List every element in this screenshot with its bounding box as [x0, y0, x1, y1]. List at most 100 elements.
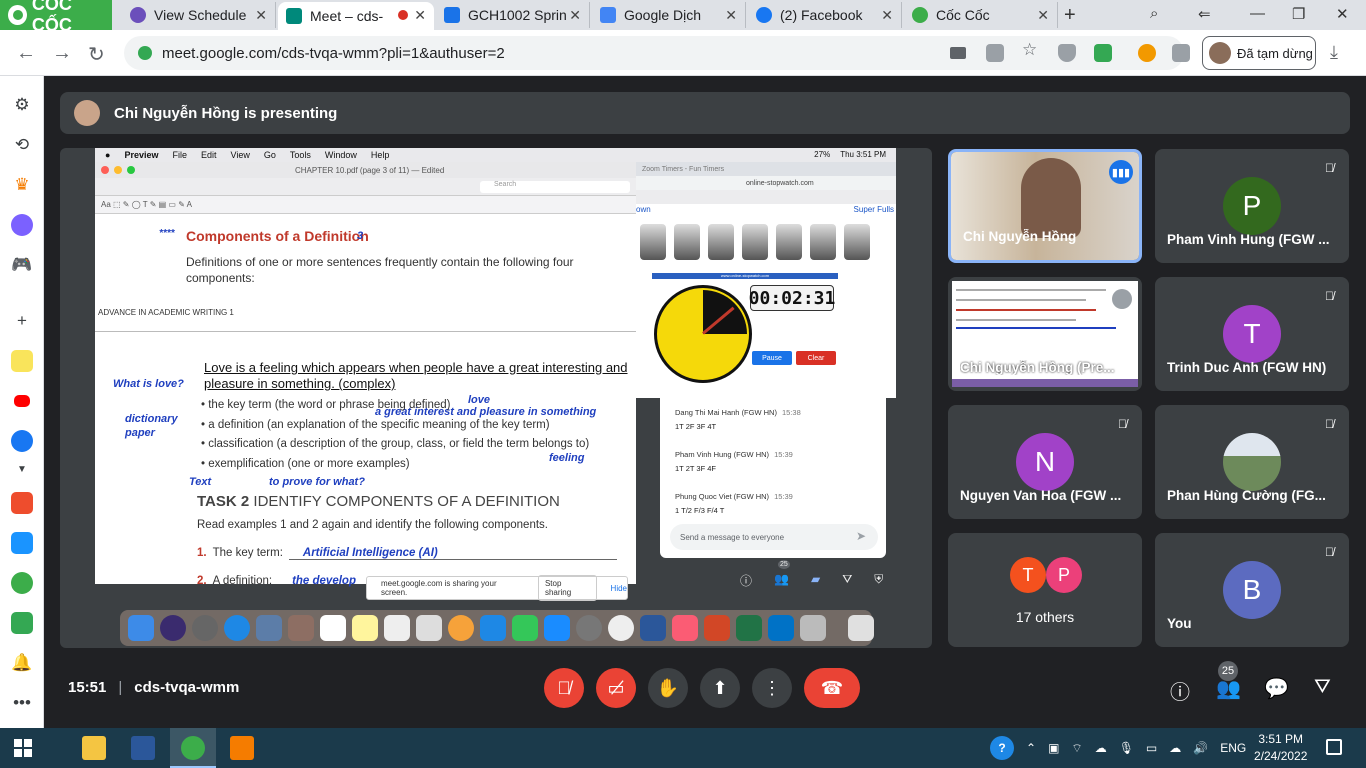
toggle-camera-button[interactable]: ▭̸ [596, 668, 636, 708]
tab-meet[interactable]: Meet – cds- ✕ [278, 2, 434, 30]
self-tile[interactable]: 🎙̸ B You [1155, 533, 1349, 647]
facebook-icon[interactable] [11, 430, 33, 452]
pause-button[interactable]: Pause [752, 351, 792, 365]
url-text: meet.google.com/cds-tvqa-wmm?pli=1&authu… [162, 44, 505, 62]
participant-avatar: N [1016, 433, 1074, 491]
chat-panel: Dang Thi Mai Hanh (FGW HN) 15:38 1T 2F 3F… [660, 398, 886, 558]
youtube-icon[interactable] [14, 395, 30, 407]
tab-coccoc[interactable]: Cốc Cốc ✕ [904, 2, 1058, 28]
tab-facebook[interactable]: (2) Facebook ✕ [748, 2, 902, 28]
chat-input[interactable]: Send a message to everyone [670, 524, 878, 550]
bookmark-star-icon[interactable]: ☆ [1022, 40, 1040, 59]
participant-tile[interactable]: 🎙̸ Phan Hùng Cường (FG... [1155, 405, 1349, 519]
chat-button[interactable]: 💬 [1264, 676, 1289, 701]
display-icon[interactable]: ▭ [1146, 741, 1157, 755]
download-extension-icon[interactable] [1094, 44, 1112, 62]
stop-sharing-button[interactable]: Stop sharing [537, 575, 597, 601]
volume-icon[interactable]: 🔊 [1193, 741, 1208, 755]
onedrive-icon[interactable]: ☁ [1169, 741, 1181, 755]
close-tab-icon[interactable]: ✕ [881, 7, 893, 24]
back-arrow-icon[interactable]: ⇐ [1198, 5, 1211, 23]
minimize-button[interactable]: — [1250, 5, 1265, 22]
forward-button[interactable]: → [52, 42, 72, 65]
history-icon[interactable]: ⟲ [11, 134, 33, 156]
coccoc-map-icon[interactable] [11, 572, 33, 594]
back-button[interactable]: ← [16, 42, 36, 65]
extension-circle-icon[interactable] [1138, 44, 1156, 62]
camera-icon[interactable] [950, 47, 966, 59]
messenger-icon[interactable] [11, 214, 33, 236]
new-tab-button[interactable]: + [1064, 4, 1076, 27]
input-language[interactable]: ENG [1220, 741, 1246, 755]
coccoc-taskbar-icon[interactable] [181, 736, 205, 760]
translate-icon[interactable] [986, 44, 1004, 62]
coccoc-menu-button[interactable]: CỐC CỐC [0, 0, 112, 35]
settings-gear-icon[interactable]: ⚙ [11, 94, 33, 116]
bullet-text: classification (a description of the gro… [208, 438, 590, 450]
trash-icon [848, 615, 874, 641]
close-tab-icon[interactable]: ✕ [725, 7, 737, 24]
word-taskbar-icon[interactable] [131, 736, 155, 760]
others-avatar: P [1046, 557, 1082, 593]
sheets-icon[interactable] [11, 612, 33, 634]
taskbar-clock[interactable]: 3:51 PM 2/24/2022 [1254, 731, 1307, 765]
file-explorer-icon[interactable] [82, 736, 106, 760]
profile-paused-button[interactable]: Đã tạm dừng [1202, 36, 1316, 70]
shared-screen[interactable]: ● Preview File Edit View Go Tools Window… [60, 148, 932, 648]
participant-tile[interactable]: 🎙̸ T Trinh Duc Anh (FGW HN) [1155, 277, 1349, 391]
puzzle-icon[interactable] [1172, 44, 1190, 62]
pdf-app-taskbar-icon[interactable] [230, 736, 254, 760]
close-window-button[interactable]: ✕ [1336, 5, 1349, 23]
tiki-icon[interactable] [11, 532, 33, 554]
meet-now-icon[interactable]: ▣ [1048, 741, 1059, 755]
tab-gch1002[interactable]: GCH1002 Sprin ✕ [436, 2, 590, 28]
chevron-up-icon[interactable]: ⌃ [1026, 741, 1036, 755]
present-now-button[interactable]: ⬆ [700, 668, 740, 708]
reload-button[interactable]: ↻ [88, 42, 105, 67]
maximize-button[interactable]: ❐ [1292, 5, 1305, 23]
notes-icon[interactable] [11, 350, 33, 372]
downloads-icon[interactable]: ⤓ [1330, 42, 1338, 63]
raise-hand-button[interactable]: ✋ [648, 668, 688, 708]
participant-tile[interactable]: 🎙̸ P Pham Vinh Hung (FGW ... [1155, 149, 1349, 263]
add-shortcut-icon[interactable]: + [11, 310, 33, 332]
mac-menu-item: Help [370, 150, 390, 160]
windows-start-icon[interactable] [14, 739, 32, 757]
tab-view-schedule[interactable]: View Schedule ✕ [122, 2, 276, 28]
tab-google-translate[interactable]: Google Dịch ✕ [592, 2, 746, 28]
network-icon[interactable]: ⌔ [1071, 741, 1082, 756]
close-tab-icon[interactable]: ✕ [414, 7, 426, 24]
notification-bell-icon[interactable]: 🔔 [11, 652, 33, 674]
leave-call-button[interactable]: ☎ [804, 668, 860, 708]
microphone-icon[interactable]: 🎙 [1119, 741, 1134, 755]
participant-tile[interactable]: ▮▮▮ Chi Nguyễn Hồng [948, 149, 1142, 263]
close-tab-icon[interactable]: ✕ [569, 7, 581, 24]
tab-search-icon[interactable]: ⌕ [1150, 5, 1158, 22]
activities-button[interactable]: ⛛ [1314, 676, 1331, 699]
more-horizontal-icon[interactable]: ••• [11, 692, 33, 714]
page-footer: ADVANCE IN ACADEMIC WRITING 1 [98, 308, 234, 317]
help-icon[interactable]: ? [990, 736, 1014, 760]
more-options-button[interactable]: ⋮ [752, 668, 792, 708]
shield-icon[interactable] [1058, 44, 1076, 62]
meeting-details-button[interactable]: ⓘ [1170, 676, 1190, 705]
close-tab-icon[interactable]: ✕ [255, 7, 267, 24]
action-center-icon[interactable] [1326, 739, 1342, 755]
photo-booth-icon [416, 615, 442, 641]
hand-icon: ✋ [656, 677, 680, 698]
send-icon[interactable]: ➤ [856, 529, 866, 543]
cloud-sync-icon[interactable]: ☁ [1095, 741, 1107, 755]
participant-tile[interactable]: 🎙̸ N Nguyen Van Hoa (FGW ... [948, 405, 1142, 519]
crown-icon[interactable]: ♛ [11, 174, 33, 196]
question-label: The key term: [212, 547, 283, 559]
game-controller-icon[interactable]: 🎮 [11, 254, 33, 276]
close-tab-icon[interactable]: ✕ [1037, 7, 1049, 24]
shopee-icon[interactable] [11, 492, 33, 514]
hide-button[interactable]: Hide [611, 584, 627, 593]
info-icon: ⓘ [1170, 682, 1190, 704]
toggle-mic-button[interactable]: 🎙̸ [544, 668, 584, 708]
chevron-down-icon[interactable]: ▼ [11, 458, 33, 480]
others-tile[interactable]: T P 17 others [948, 533, 1142, 647]
clear-button[interactable]: Clear [796, 351, 836, 365]
participant-tile[interactable]: Chi Nguyễn Hồng (Pre... [948, 277, 1142, 391]
